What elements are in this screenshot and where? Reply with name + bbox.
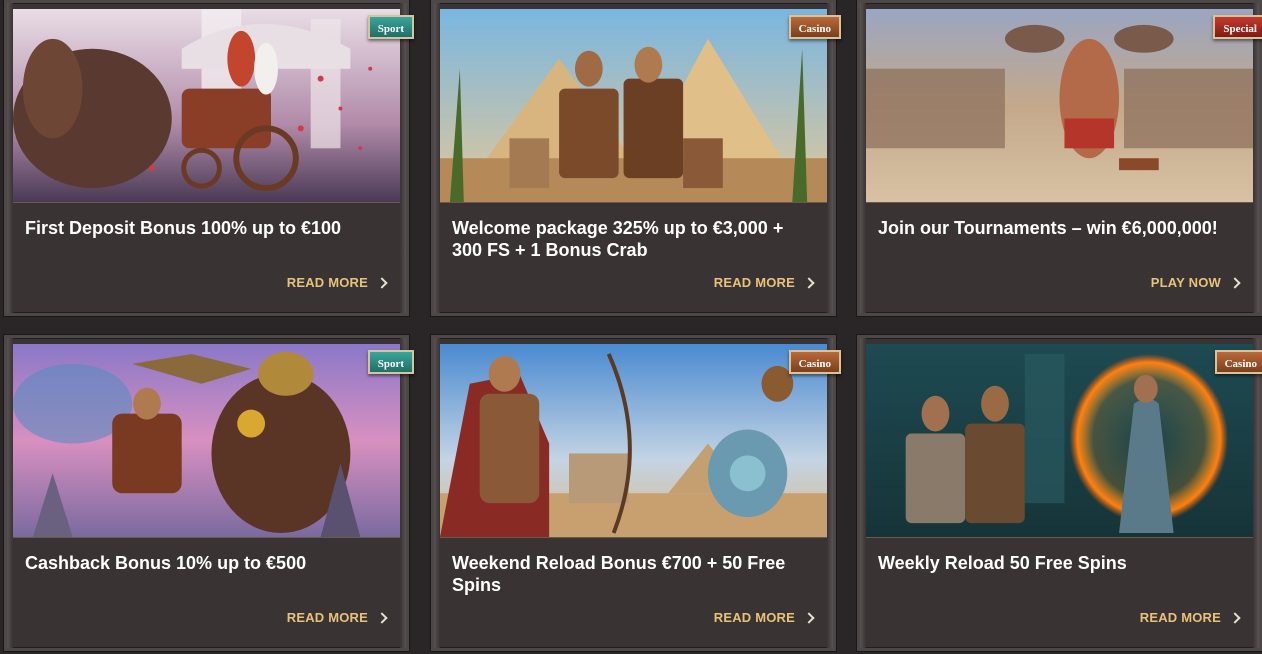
promo-title: Weekly Reload 50 Free Spins xyxy=(878,553,1127,573)
chevron-right-icon xyxy=(1229,276,1241,289)
promo-image-horse-warrior[interactable] xyxy=(13,344,400,538)
cta-label: READ MORE xyxy=(286,610,368,625)
cta-label: READ MORE xyxy=(286,275,368,290)
promo-card[interactable]: Casino Welcome package 325% up to €3,000… xyxy=(431,0,841,316)
promo-card[interactable]: Sport First Deposit Bonus 100% up to €10… xyxy=(4,0,414,316)
play-now-link[interactable]: PLAY NOW xyxy=(1150,275,1241,290)
promotions-grid: Sport First Deposit Bonus 100% up to €10… xyxy=(0,0,1262,654)
promo-card[interactable]: Casino Weekly Reload 50 Free Spins READ … xyxy=(857,335,1262,651)
category-badge-casino: Casino xyxy=(788,15,841,39)
promo-card[interactable]: Sport Cashback Bonus 10% up to €500 READ… xyxy=(4,335,414,651)
promo-image-pharaoh[interactable] xyxy=(440,9,827,203)
promo-title: Cashback Bonus 10% up to €500 xyxy=(25,553,307,573)
promo-title: First Deposit Bonus 100% up to €100 xyxy=(25,218,342,238)
cta-label: READ MORE xyxy=(713,610,795,625)
promo-image-chariot[interactable] xyxy=(13,9,400,203)
promo-title: Welcome package 325% up to €3,000 + 300 … xyxy=(452,218,784,260)
chevron-right-icon xyxy=(803,611,815,624)
cta-label: READ MORE xyxy=(1139,610,1221,625)
card-frame xyxy=(827,3,833,313)
category-badge-sport: Sport xyxy=(367,350,414,374)
read-more-link[interactable]: READ MORE xyxy=(286,275,388,290)
read-more-link[interactable]: READ MORE xyxy=(713,275,815,290)
read-more-link[interactable]: READ MORE xyxy=(286,610,388,625)
chevron-right-icon xyxy=(376,276,388,289)
promo-image-archer[interactable] xyxy=(440,344,827,538)
promo-title: Weekend Reload Bonus €700 + 50 Free Spin… xyxy=(452,553,786,595)
category-badge-special: Special xyxy=(1213,15,1262,39)
category-badge-sport: Sport xyxy=(367,15,414,39)
card-frame xyxy=(1253,338,1259,648)
promo-card[interactable]: Casino Weekend Reload Bonus €700 + 50 Fr… xyxy=(431,335,841,651)
cta-label: PLAY NOW xyxy=(1150,275,1221,290)
read-more-link[interactable]: READ MORE xyxy=(1139,610,1241,625)
chevron-right-icon xyxy=(376,611,388,624)
card-frame xyxy=(400,338,406,648)
cta-label: READ MORE xyxy=(713,275,795,290)
card-frame xyxy=(1253,3,1259,313)
read-more-link[interactable]: READ MORE xyxy=(713,610,815,625)
card-frame xyxy=(827,338,833,648)
card-frame xyxy=(400,3,406,313)
category-badge-casino: Casino xyxy=(1214,350,1262,374)
promo-title: Join our Tournaments – win €6,000,000! xyxy=(878,218,1218,238)
category-badge-casino: Casino xyxy=(788,350,841,374)
promo-image-fire-dancer[interactable] xyxy=(866,344,1253,538)
chevron-right-icon xyxy=(1229,611,1241,624)
chevron-right-icon xyxy=(803,276,815,289)
promo-card[interactable]: Special Join our Tournaments – win €6,00… xyxy=(857,0,1262,316)
promo-image-gladiator[interactable] xyxy=(866,9,1253,203)
